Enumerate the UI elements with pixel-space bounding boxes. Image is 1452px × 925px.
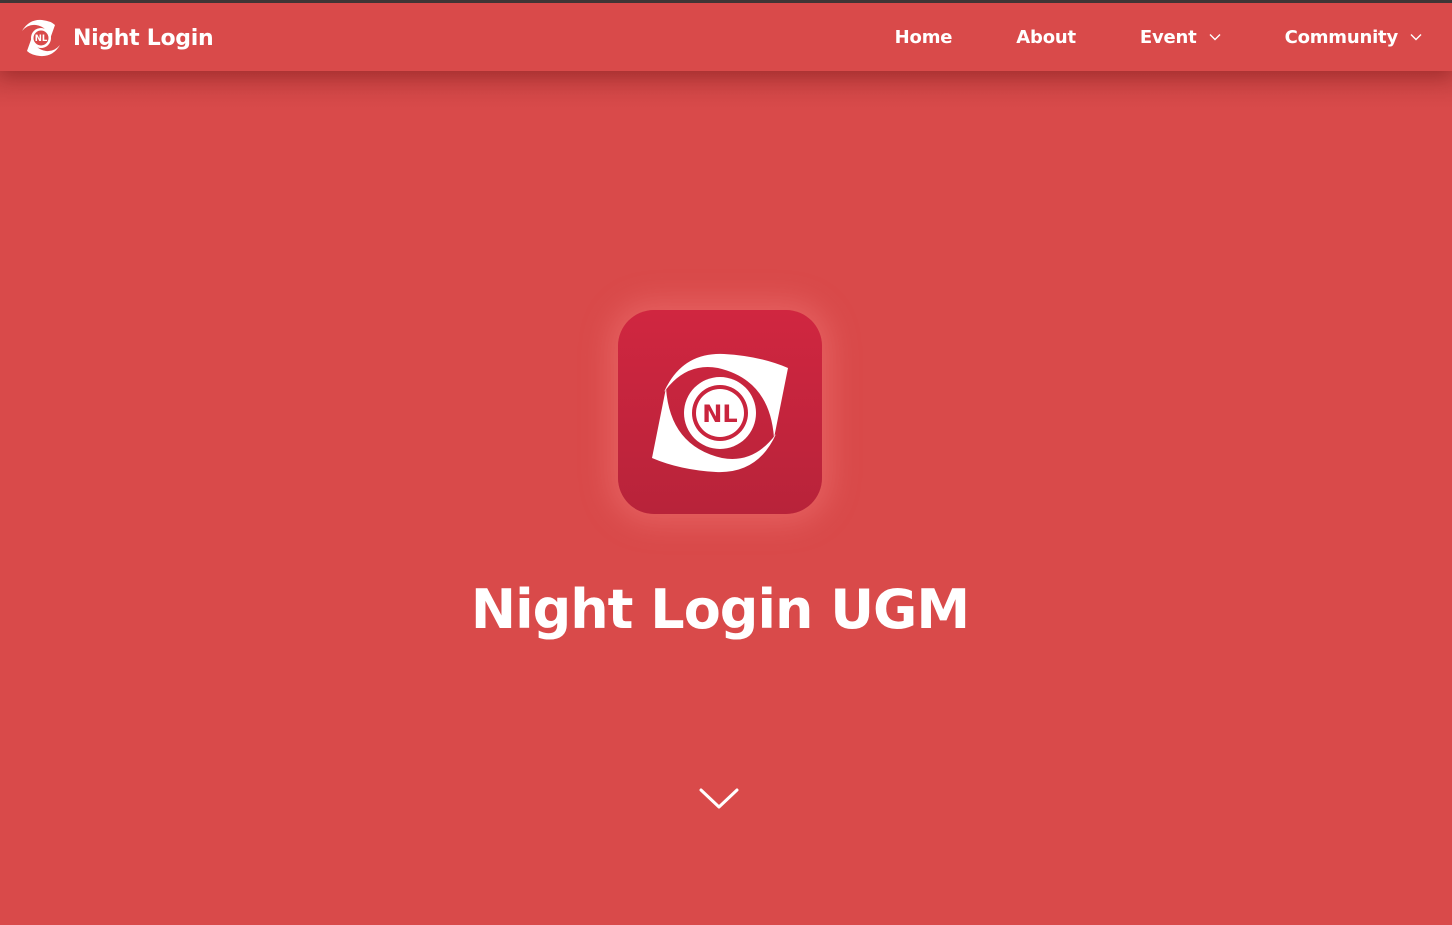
nav-event[interactable]: Event [1140, 27, 1221, 48]
app-icon-text: NL [702, 400, 737, 428]
nav-community[interactable]: Community [1285, 27, 1422, 48]
navbar: NL Night Login Home About Event Communit… [0, 3, 1452, 71]
nav-home-label: Home [894, 26, 953, 48]
nav-community-label: Community [1284, 26, 1399, 48]
nav-event-label: Event [1139, 26, 1197, 48]
app-logo: NL [618, 310, 822, 514]
nav-about-label: About [1016, 26, 1076, 48]
night-login-logo-icon: NL [22, 19, 60, 57]
brand-link[interactable]: NL Night Login [20, 18, 214, 58]
nav-about[interactable]: About [1016, 27, 1076, 48]
chevron-down-icon[interactable] [698, 786, 740, 812]
logo-text: NL [35, 34, 48, 44]
chevron-down-icon [1410, 34, 1422, 41]
night-login-app-icon: NL [652, 353, 788, 473]
nav-home[interactable]: Home [895, 27, 953, 48]
brand-name: Night Login [73, 25, 214, 51]
main-nav: Home About Event Community [895, 3, 1422, 71]
chevron-down-icon [1209, 34, 1221, 41]
page-title: Night Login UGM [470, 578, 970, 641]
